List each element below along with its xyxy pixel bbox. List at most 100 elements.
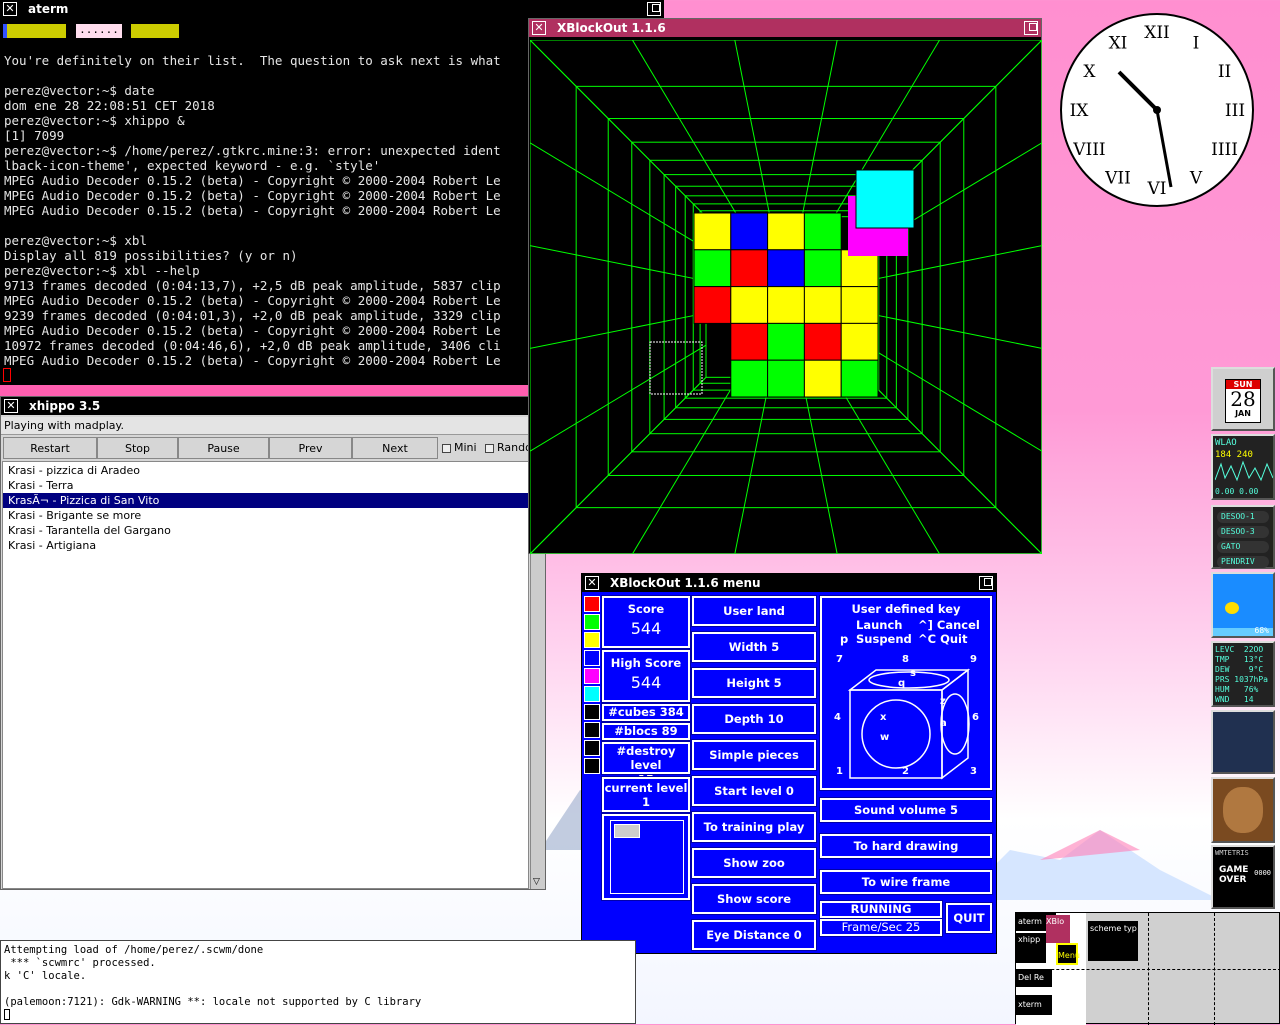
playlist-item[interactable]: Krasi - Terra [3,478,528,493]
landed-cube [803,286,842,324]
keys-title: User defined key [851,602,961,616]
next-button[interactable]: Next [352,437,438,459]
playlist-item[interactable]: Krasi - pizzica di Aradeo [3,463,528,478]
window-title: XBlockOut 1.1.6 menu [610,576,761,590]
maximize-icon[interactable] [647,2,661,16]
game-pit[interactable] [530,40,1042,554]
start-level-button[interactable]: Start level 0 [691,775,817,807]
show-zoo-button[interactable]: Show zoo [691,847,817,879]
depth-button[interactable]: Depth 10 [691,703,817,735]
wlan-footer: 0.00 0.00 [1215,487,1259,496]
close-icon[interactable]: ✕ [4,399,18,413]
landed-cube [730,359,769,398]
playlist-item[interactable]: Krasi - Brigante se more [3,508,528,523]
scroll-down-icon[interactable]: ▽ [533,877,540,887]
level-color-cell [584,650,600,666]
training-play-button[interactable]: To training play [691,811,817,843]
drive-item[interactable]: DESOO-1 [1217,511,1269,523]
pause-button[interactable]: Pause [178,437,269,459]
hard-drawing-button[interactable]: To hard drawing [819,833,993,859]
keypad-key-x: x [880,712,887,723]
eye-distance-button[interactable]: Eye Distance 0 [691,919,817,951]
close-icon[interactable]: ✕ [532,21,546,35]
simple-pieces-button[interactable]: Simple pieces [691,739,817,771]
drive-item[interactable]: GATO [1217,541,1269,553]
close-icon[interactable]: ✕ [3,2,17,16]
terminal-line: perez@vector:~$ xbl --help [4,263,200,278]
xhippo-titlebar[interactable]: ✕ xhippo 3.5 [1,397,545,415]
wlan-dockapp[interactable]: WLAO 184 240 0.00 0.00 [1211,434,1275,500]
close-icon[interactable]: ✕ [585,576,599,590]
xblockout-menu-window: ✕ XBlockOut 1.1.6 menu Score 544 High Sc… [581,573,997,954]
clock-numeral: III [1225,101,1245,121]
landed-cube [730,249,769,288]
pager-window-menu[interactable]: Menu [1056,943,1080,965]
terminal-tab[interactable] [131,24,179,38]
level-color-cell [584,722,600,738]
running-status: RUNNING [819,900,943,919]
terminal-line: MPEG Audio Decoder 0.15.2 (beta) - Copyr… [4,353,501,368]
clock-numeral: IIII [1211,140,1238,160]
menu-titlebar[interactable]: ✕ XBlockOut 1.1.6 menu [582,574,996,592]
playlist-item[interactable]: Krasi - Artigiana [3,538,528,553]
height-button[interactable]: Height 5 [691,667,817,699]
weather-dockapp[interactable]: LEVC 22OO TMP 13°C DEW 9°C PRS 1037hPa HUM 7… [1211,641,1275,707]
calendar-dockapp[interactable]: SUN 28 JAN [1211,367,1275,431]
show-score-button[interactable]: Show score [691,883,817,915]
terminal-line: Display all 819 possibilities? (y or n) [4,248,298,263]
terminal-tab-active[interactable]: ...... [76,24,122,38]
level-color-cell [584,614,600,630]
quit-button[interactable]: QUIT [945,902,993,934]
keypad-key-z: z [940,696,946,707]
random-checkbox[interactable] [485,444,494,453]
weather-line: LEVC 22OO [1215,645,1264,654]
playlist-item[interactable]: KrasÃ¬ - Pizzica di San Vito [3,493,528,508]
wlan-stats: 184 240 [1215,450,1253,460]
drive-item[interactable]: DESOO-3 [1217,526,1269,538]
calendar-date: 28 [1230,387,1256,411]
width-button[interactable]: Width 5 [691,631,817,663]
landed-cube [693,249,732,288]
score-box: Score 544 [601,595,691,649]
fishtank-dockapp: 68% [1211,572,1275,638]
drives-dockapp[interactable]: DESOO-1 DESOO-3 GATO PENDRIV [1211,505,1275,569]
cubes-count: #cubes 384 [601,703,691,722]
level-color-cell [584,632,600,648]
keypad-key-k3: 3 [970,766,977,777]
terminal-tab[interactable] [4,24,66,38]
prev-button[interactable]: Prev [269,437,352,459]
mini-label: Mini [454,441,477,454]
pager-window-scheme[interactable]: scheme typ [1088,921,1138,961]
game-over-text: GAME OVER [1219,865,1249,885]
terminal-line: perez@vector:~$ xhippo & [4,113,185,128]
level-color-cell [584,668,600,684]
terminal-line: 10972 frames decoded (0:04:46,6), +2,0 d… [4,338,501,353]
pager-window-del[interactable]: Del Re [1016,969,1052,987]
tetris-dockapp[interactable]: WMTETRIS GAME OVER 0000 [1211,845,1275,909]
terminal-line: perez@vector:~$ date [4,83,155,98]
terminal-line: You're definitely on their list. The que… [4,53,501,68]
landed-cube [803,212,842,251]
playlist-item[interactable]: Krasi - Tarantella del Gargano [3,523,528,538]
user-land-button[interactable]: User land [691,595,817,627]
high-score-box: High Score 544 [601,649,691,703]
desktop-pager[interactable]: aterm XBlo xhipp Menu scheme typ Del Re … [1015,912,1280,1025]
wire-frame-button[interactable]: To wire frame [819,869,993,895]
stop-button[interactable]: Stop [97,437,178,459]
terminal-output[interactable]: You're definitely on their list. The que… [4,53,530,383]
console-window[interactable]: Attempting load of /home/perez/.scwm/don… [0,940,636,1024]
playlist[interactable]: Krasi - pizzica di Aradeo Krasi - Terra Kr… [2,461,529,889]
pager-window-xterm[interactable]: xterm [1016,995,1052,1015]
fishtank-gauge: 68% [1254,626,1269,635]
pager-window-xhippo[interactable]: xhipp [1016,933,1046,963]
pager-window-xblockout[interactable]: XBlo [1046,915,1070,943]
xblockout-titlebar[interactable]: ✕ XBlockOut 1.1.6 [529,19,1041,37]
maximize-icon[interactable] [979,576,993,590]
maximize-icon[interactable] [1024,21,1038,35]
mini-checkbox[interactable] [442,444,451,453]
piece-preview [601,813,691,901]
aterm-titlebar[interactable]: ✕ aterm [0,0,664,18]
restart-button[interactable]: Restart [3,437,97,459]
sound-volume-button[interactable]: Sound volume 5 [819,797,993,823]
drive-item[interactable]: PENDRIV [1217,556,1269,568]
